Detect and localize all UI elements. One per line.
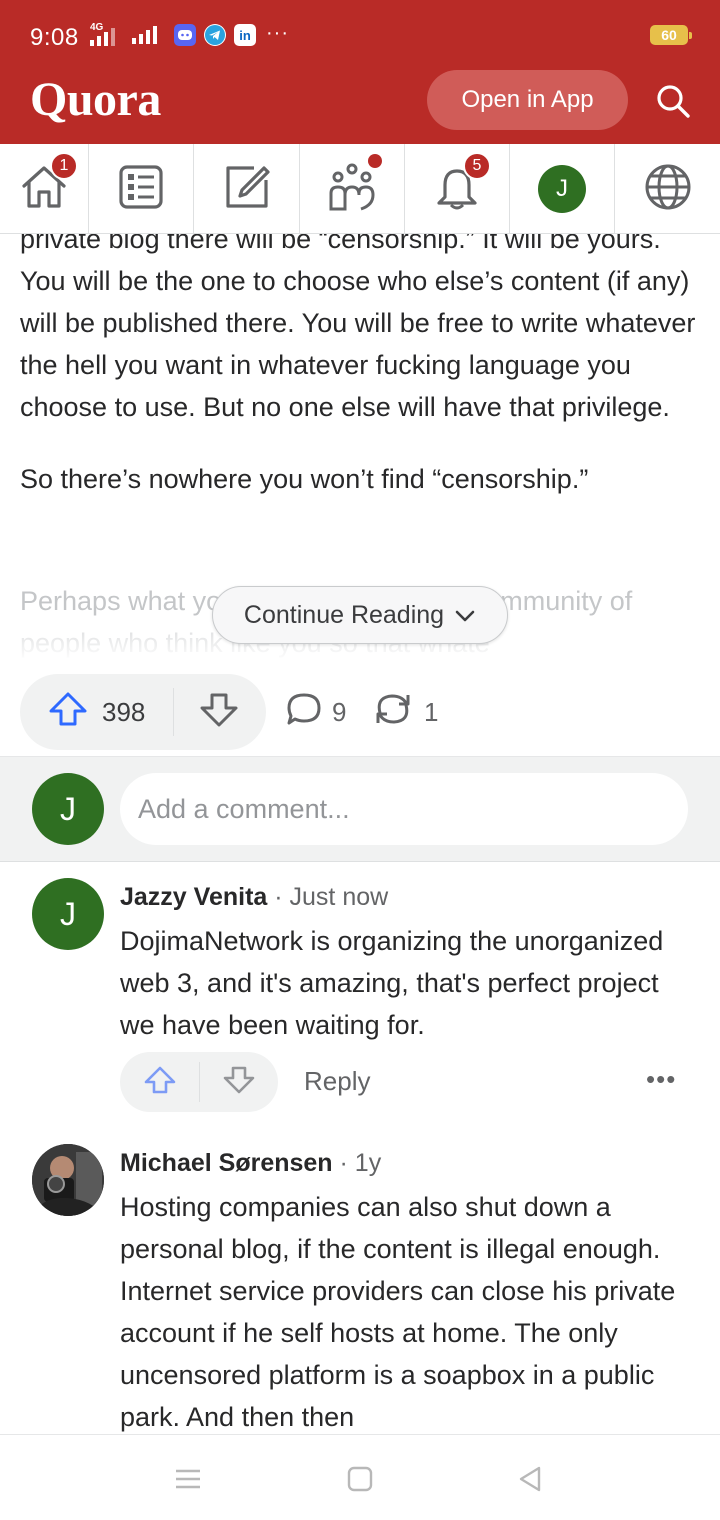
answer-paragraph: So there’s nowhere you won’t find “censo… <box>20 464 589 494</box>
answer-actions: 398 9 1 <box>20 674 710 750</box>
nav-home[interactable]: 1 <box>0 144 89 234</box>
write-icon <box>224 164 270 215</box>
main-nav: 1 5 J <box>0 144 720 234</box>
clock: 9:08 <box>30 24 79 51</box>
share-button[interactable]: 1 <box>372 674 438 750</box>
signal-bars-1-icon <box>90 28 115 46</box>
network-indicator: 4G <box>90 22 120 46</box>
upvote-count: 398 <box>102 696 146 727</box>
comments-button[interactable]: 9 <box>286 674 346 750</box>
answer-body: private blog there will be “censorship.”… <box>20 234 700 530</box>
comment-avatar[interactable] <box>32 1144 104 1216</box>
quora-bar: Quora Open in App <box>0 70 720 144</box>
system-navigation-bar <box>0 1434 720 1520</box>
nav-languages[interactable] <box>615 144 720 234</box>
battery-level: 60 <box>661 27 677 43</box>
upvote-icon <box>48 691 88 734</box>
comment-upvote-button[interactable] <box>120 1062 200 1102</box>
linkedin-icon: in <box>234 24 256 46</box>
comment-header: Michael Sørensen · 1y <box>120 1146 381 1180</box>
comment-header: Jazzy Venita · Just now <box>120 880 388 914</box>
recent-apps-icon[interactable] <box>168 1459 208 1499</box>
comment-input[interactable] <box>120 773 688 845</box>
downvote-button[interactable] <box>174 674 264 750</box>
comment-vote-pill <box>120 1052 278 1112</box>
back-icon[interactable] <box>510 1459 550 1499</box>
following-icon <box>118 164 164 215</box>
reply-button[interactable]: Reply <box>304 1066 370 1097</box>
upvote-button[interactable]: 398 <box>20 688 174 736</box>
more-notifications-icon: ··· <box>266 22 289 44</box>
quora-logo[interactable]: Quora <box>30 72 161 127</box>
home-button-icon[interactable] <box>340 1459 380 1499</box>
comment-downvote-button[interactable] <box>200 1062 278 1102</box>
discord-icon <box>174 24 196 46</box>
status-bar: 9:08 4G in ··· 60 <box>0 0 720 70</box>
battery-icon: 60 <box>650 25 692 45</box>
more-options-icon[interactable]: ••• <box>646 1064 676 1095</box>
comment-avatar[interactable]: J <box>32 878 104 950</box>
notifications-badge: 5 <box>463 152 491 180</box>
vote-pill: 398 <box>20 674 266 750</box>
nav-spaces[interactable] <box>300 144 405 234</box>
downvote-icon <box>199 692 239 733</box>
comment-author[interactable]: Michael Sørensen <box>120 1149 333 1177</box>
comment-text: DojimaNetwork is organizing the unorgani… <box>120 926 664 1040</box>
profile-avatar: J <box>538 165 586 213</box>
downvote-icon <box>222 1065 256 1100</box>
app-header: 9:08 4G in ··· 60 Quora Open in App <box>0 0 720 144</box>
nav-following[interactable] <box>89 144 194 234</box>
spaces-dot-badge <box>368 154 382 168</box>
answer-paragraph: private blog there will be “censorship.”… <box>20 234 696 422</box>
continue-reading-button[interactable]: Continue Reading <box>212 586 508 644</box>
answer-content: private blog there will be “censorship.”… <box>0 234 720 1434</box>
share-count: 1 <box>424 696 439 727</box>
comment-time: · Just now <box>267 883 389 911</box>
search-icon[interactable] <box>650 78 696 124</box>
spaces-icon <box>327 163 377 216</box>
globe-icon <box>644 163 692 216</box>
share-icon <box>372 691 414 734</box>
nav-write[interactable] <box>194 144 300 234</box>
open-in-app-button[interactable]: Open in App <box>427 70 628 130</box>
current-user-avatar: J <box>32 773 104 845</box>
comment-count: 9 <box>332 696 347 727</box>
continue-reading-label: Continue Reading <box>243 600 445 629</box>
home-badge: 1 <box>50 152 78 180</box>
nav-profile[interactable]: J <box>510 144 615 234</box>
telegram-icon <box>204 24 226 46</box>
comment-icon <box>286 692 322 733</box>
chevron-down-icon <box>454 601 476 630</box>
comment-author[interactable]: Jazzy Venita <box>120 883 267 911</box>
comment-time: · 1y <box>332 1149 382 1177</box>
signal-bars-2-icon <box>132 26 157 44</box>
nav-notifications[interactable]: 5 <box>405 144 510 234</box>
add-comment-bar: J <box>0 756 720 862</box>
upvote-icon <box>143 1065 177 1100</box>
comment-text: Hosting companies can also shut down a p… <box>120 1192 676 1432</box>
